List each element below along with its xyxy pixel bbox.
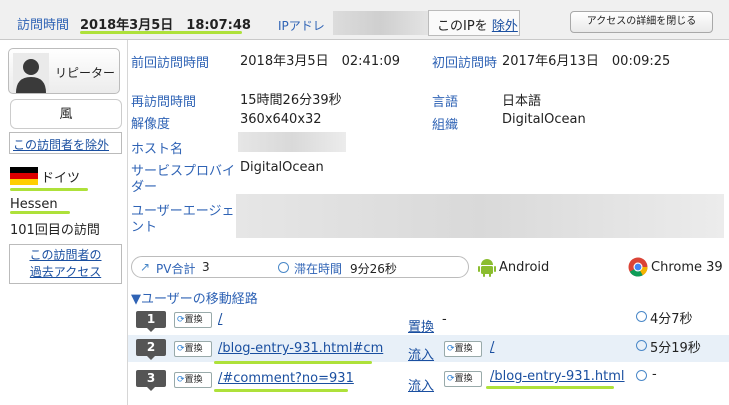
replace-button[interactable]: ⟳置換 xyxy=(444,341,482,357)
path-step-number: 2 xyxy=(136,339,166,360)
clock-icon xyxy=(636,369,647,384)
first-visit-label: 初回訪問時 xyxy=(432,56,498,71)
user-silhouette-icon xyxy=(13,53,49,93)
clock-icon xyxy=(636,339,647,354)
stay-time-value: 9分26秒 xyxy=(350,262,397,276)
user-path-toggle[interactable]: ▼ユーザーの移動経路 xyxy=(131,288,258,307)
exclude-ip-box: このIPを 除外 xyxy=(428,10,520,36)
language-label: 言語 xyxy=(432,95,459,110)
provider-value: DigitalOcean xyxy=(240,160,324,175)
highlight-underline xyxy=(486,386,614,389)
page-duration: 4分7秒 xyxy=(650,312,693,327)
android-icon xyxy=(478,259,496,277)
ip-address-label: IPアドレ xyxy=(278,19,325,33)
resolution-label: 解像度 xyxy=(131,117,171,132)
exclude-ip-link[interactable]: 除外 xyxy=(492,19,518,34)
past-access-button[interactable]: この訪問者の 過去アクセス xyxy=(9,244,122,284)
pageview-total-value: 3 xyxy=(202,260,210,274)
exclude-ip-prefix: このIPを xyxy=(437,19,488,34)
pageview-total-label: PV合計 xyxy=(156,262,196,276)
visitor-type-button[interactable]: リピーター xyxy=(8,48,120,94)
stats-bar: ↗ PV合計 3 滞在時間 9分26秒 xyxy=(131,256,469,278)
refresh-icon: ⟳ xyxy=(447,344,455,354)
refresh-icon: ⟳ xyxy=(177,315,185,325)
referrer-link[interactable]: /blog-entry-931.html xyxy=(490,369,625,384)
hostname-label: ホスト名 xyxy=(131,142,184,157)
clock-icon xyxy=(278,261,289,275)
replace-button[interactable]: ⟳置換 xyxy=(174,341,212,357)
chrome-icon xyxy=(628,257,648,277)
path-step-number: 1 xyxy=(136,311,166,332)
stay-time-label: 滞在時間 xyxy=(294,262,343,276)
refresh-icon: ⟳ xyxy=(177,344,185,354)
referrer-value: - xyxy=(442,312,447,327)
highlight-underline xyxy=(214,389,348,392)
revisit-interval-value: 15時間26分39秒 xyxy=(240,93,342,108)
replace-button[interactable]: ⟳置換 xyxy=(174,372,212,388)
language-value: 日本語 xyxy=(502,94,542,109)
path-row: 2 ⟳置換 /blog-entry-931.html#cm 流入 ⟳置換 / 5… xyxy=(128,335,729,363)
first-visit-value: 2017年6月13日 00:09:25 xyxy=(502,54,671,69)
region-name: Hessen xyxy=(10,197,58,212)
hostname-redacted xyxy=(238,132,346,152)
organization-value: DigitalOcean xyxy=(502,112,586,127)
personality-badge: 風 xyxy=(10,99,122,129)
browser-name: Chrome 39 xyxy=(651,260,723,275)
revisit-interval-label: 再訪問時間 xyxy=(131,95,197,110)
inflow-link[interactable]: 流入 xyxy=(408,375,434,394)
country-name: ドイツ xyxy=(41,171,81,186)
pageview-icon: ↗ xyxy=(140,260,151,274)
inflow-link[interactable]: 流入 xyxy=(408,344,434,363)
refresh-icon: ⟳ xyxy=(177,375,185,385)
visit-count: 101回目の訪問 xyxy=(10,223,100,238)
path-row: 1 ⟳置換 / 置換 - 4分7秒 xyxy=(128,307,729,335)
past-access-link-line1[interactable]: この訪問者の xyxy=(29,248,101,262)
inflow-link[interactable]: 置換 xyxy=(408,316,434,335)
prev-visit-value: 2018年3月5日 02:41:09 xyxy=(240,54,401,69)
page-link[interactable]: / xyxy=(218,312,222,327)
replace-button[interactable]: ⟳置換 xyxy=(444,371,482,387)
resolution-value: 360x640x32 xyxy=(240,112,322,127)
page-duration: 5分19秒 xyxy=(650,341,701,356)
user-agent-label-line2: ント xyxy=(131,220,158,235)
user-agent-redacted xyxy=(236,194,724,238)
highlight-underline xyxy=(214,361,372,364)
highlight-underline xyxy=(80,31,242,34)
provider-label-line2: ダー xyxy=(131,180,158,195)
organization-label: 組織 xyxy=(432,118,459,133)
os-name: Android xyxy=(499,260,550,275)
prev-visit-label: 前回訪問時間 xyxy=(131,56,210,71)
path-step-number: 3 xyxy=(136,370,166,391)
visitor-type-label: リピーター xyxy=(55,66,116,80)
highlight-underline xyxy=(10,211,70,214)
germany-flag-icon xyxy=(10,167,38,185)
highlight-underline xyxy=(10,188,88,191)
referrer-link[interactable]: / xyxy=(490,340,494,355)
visit-time-label: 訪問時間 xyxy=(17,18,70,33)
page-link[interactable]: /#comment?no=931 xyxy=(218,371,354,386)
replace-button[interactable]: ⟳置換 xyxy=(174,312,212,328)
past-access-link-line2[interactable]: 過去アクセス xyxy=(30,265,101,279)
refresh-icon: ⟳ xyxy=(447,374,455,384)
exclude-visitor-button[interactable]: この訪問者を除外 xyxy=(9,132,122,154)
ip-address-redacted xyxy=(333,11,428,35)
page-duration: - xyxy=(652,367,657,382)
page-link[interactable]: /blog-entry-931.html#cm xyxy=(218,341,383,356)
clock-icon xyxy=(636,310,647,325)
exclude-visitor-link[interactable]: この訪問者を除外 xyxy=(13,138,109,152)
close-details-button[interactable]: アクセスの詳細を閉じる xyxy=(570,11,713,33)
